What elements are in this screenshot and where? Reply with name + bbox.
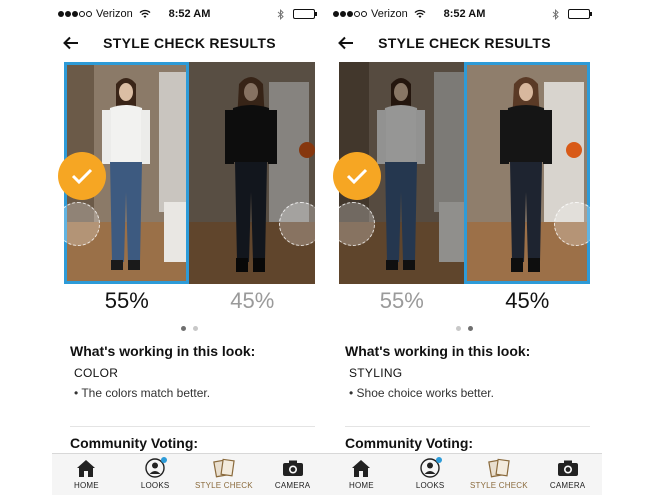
bluetooth-icon [552,8,559,20]
tab-style-check[interactable]: STYLE CHECK [465,454,534,495]
looks-icon [418,457,443,478]
working-reason: • Shoe choice works better. [349,386,494,400]
divider [70,426,315,427]
looks-icon [143,457,168,478]
tab-home[interactable]: HOME [52,454,121,495]
section-title: What's working in this look: [345,343,531,359]
tab-bar: HOME LOOKS STYLE CHECK CAMERA [52,453,327,495]
page-indicator [327,326,602,331]
vote-percentages: 55% 45% [64,288,315,314]
page-title: STYLE CHECK RESULTS [103,35,276,51]
vote-circle-left[interactable] [331,202,375,246]
page-title: STYLE CHECK RESULTS [378,35,551,51]
style-check-icon [488,458,510,478]
header: STYLE CHECK RESULTS [327,30,602,56]
page-dot-1 [181,326,186,331]
tab-bar: HOME LOOKS STYLE CHECK CAMERA [327,453,602,495]
working-category: STYLING [349,366,403,380]
home-icon [352,460,371,477]
photo-comparison [331,62,598,284]
page-dot-1 [456,326,461,331]
percent-photo-2: 45% [505,288,550,313]
tab-label: LOOKS [140,481,170,490]
checkmark-icon [346,168,368,185]
status-bar: Verizon 8:52 AM [333,6,596,22]
vote-circle-right[interactable] [554,202,598,246]
battery-icon [568,9,592,19]
screen-right: Verizon 8:52 AM STYLE CHECK RESULTS 55% … [327,0,602,495]
header: STYLE CHECK RESULTS [52,30,327,56]
tab-label: HOME [73,481,99,490]
checkmark-icon [71,168,93,185]
photo-dim-overlay [189,62,315,284]
tab-label: LOOKS [415,481,445,490]
camera-icon [557,460,578,476]
camera-icon [282,460,303,476]
outfit-photo-2[interactable] [189,62,315,284]
tab-camera[interactable]: CAMERA [258,454,327,495]
tab-looks[interactable]: LOOKS [396,454,465,495]
screen-left: Verizon 8:52 AM STYLE CHECK RESULTS 55% … [52,0,327,495]
vote-circle-left[interactable] [56,202,100,246]
section-title: What's working in this look: [70,343,256,359]
battery-icon [293,9,317,19]
tab-label: HOME [348,481,374,490]
page-dot-2 [193,326,198,331]
outfit-photo-black-top [464,62,590,284]
tab-label: STYLE CHECK [194,481,253,490]
community-voting-title: Community Voting: [70,435,199,451]
photo-comparison [56,62,323,284]
vote-percentages: 55% 45% [339,288,590,314]
home-icon [77,460,96,477]
outfit-photo-2[interactable] [464,62,590,284]
vote-check-button[interactable] [58,152,106,200]
page-indicator [52,326,327,331]
page-dot-2 [468,326,473,331]
tab-home[interactable]: HOME [327,454,396,495]
community-voting-title: Community Voting: [345,435,474,451]
bluetooth-icon [277,8,284,20]
percent-photo-2: 45% [230,288,275,313]
status-bar: Verizon 8:52 AM [58,6,321,22]
working-reason: • The colors match better. [74,386,211,400]
working-category: COLOR [74,366,119,380]
back-arrow-icon[interactable] [62,34,80,52]
percent-photo-1: 55% [104,288,149,313]
vote-check-button[interactable] [333,152,381,200]
vote-circle-right[interactable] [279,202,323,246]
tab-label: CAMERA [549,481,586,490]
tab-style-check[interactable]: STYLE CHECK [190,454,259,495]
tab-camera[interactable]: CAMERA [533,454,602,495]
tab-label: CAMERA [274,481,311,490]
style-check-icon [213,458,235,478]
tab-label: STYLE CHECK [469,481,528,490]
tab-looks[interactable]: LOOKS [121,454,190,495]
back-arrow-icon[interactable] [337,34,355,52]
divider [345,426,590,427]
percent-photo-1: 55% [379,288,424,313]
